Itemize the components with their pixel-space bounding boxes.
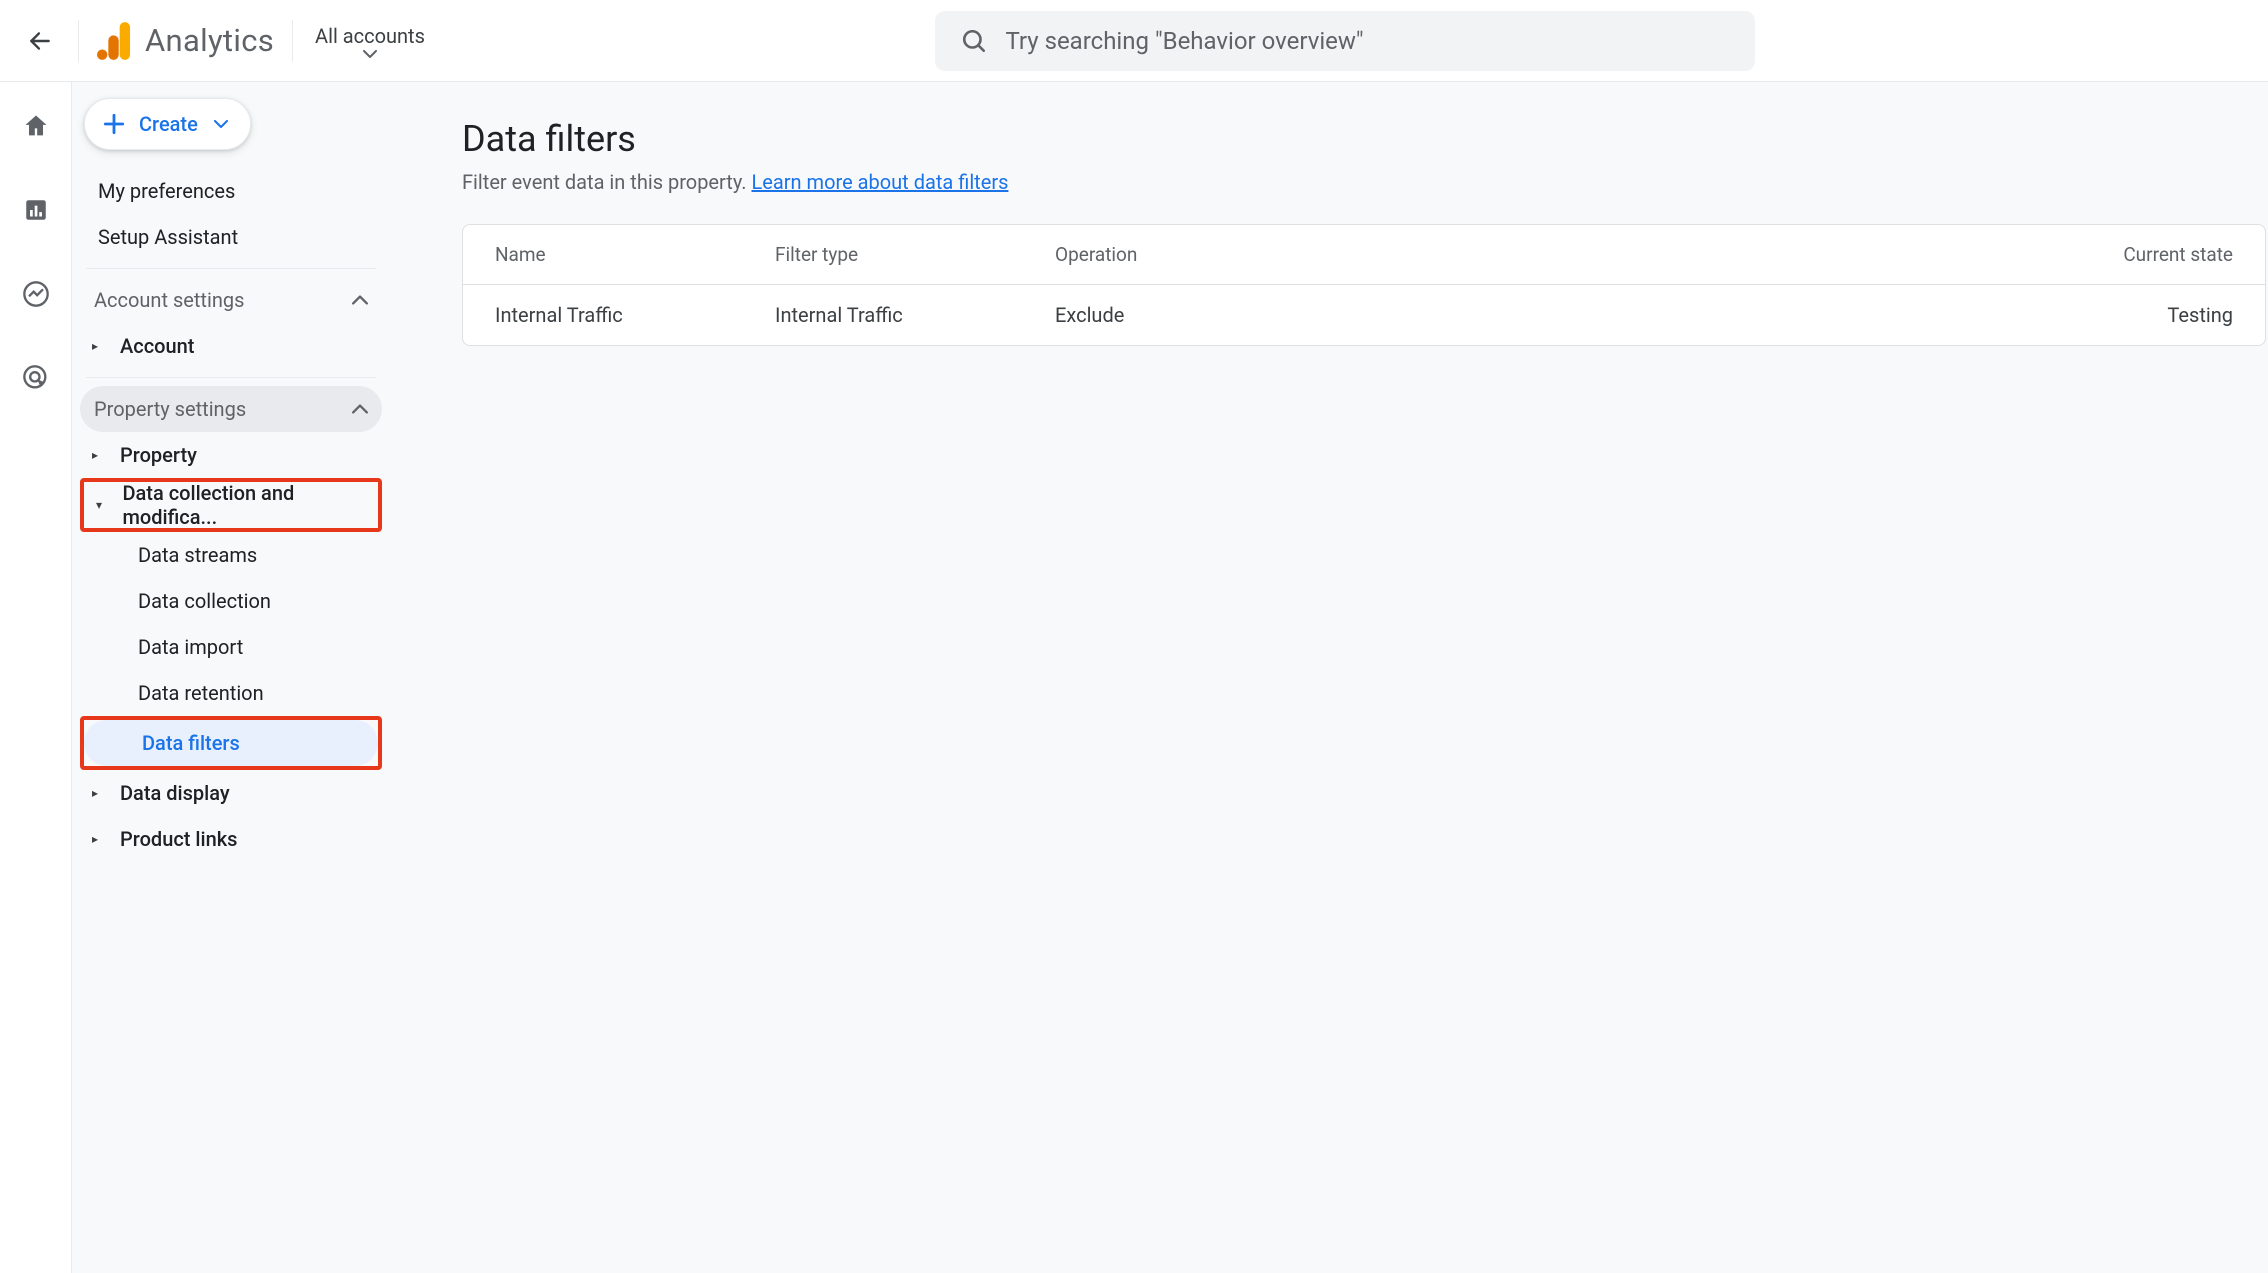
search-icon xyxy=(961,28,987,54)
divider xyxy=(86,268,376,269)
sub-property[interactable]: ▸ Property xyxy=(80,432,382,478)
col-current-state: Current state xyxy=(1335,243,2233,266)
sub-label: Property xyxy=(120,443,197,467)
brand-block[interactable]: Analytics xyxy=(97,22,274,60)
main-content: Data filters Filter event data in this p… xyxy=(390,82,2268,1273)
sub-label: Data collection and modifica... xyxy=(122,481,364,529)
brand-name: Analytics xyxy=(145,22,274,59)
rail-home[interactable] xyxy=(16,106,56,146)
sub-product-links[interactable]: ▸ Product links xyxy=(80,816,382,862)
leaf-data-streams[interactable]: Data streams xyxy=(80,532,382,578)
leaf-data-retention[interactable]: Data retention xyxy=(80,670,382,716)
search-box[interactable] xyxy=(935,11,1755,71)
nav-label: Setup Assistant xyxy=(98,225,238,249)
cell-name: Internal Traffic xyxy=(495,303,775,327)
learn-more-link[interactable]: Learn more about data filters xyxy=(752,170,1009,194)
sub-label: Data display xyxy=(120,781,230,805)
leaf-data-import[interactable]: Data import xyxy=(80,624,382,670)
leaf-data-collection[interactable]: Data collection xyxy=(80,578,382,624)
account-switcher[interactable]: All accounts xyxy=(315,24,425,58)
col-operation: Operation xyxy=(1055,243,1335,266)
page-subtitle: Filter event data in this property. Lear… xyxy=(462,170,2268,194)
tutorial-callout: ▾ Data collection and modifica... xyxy=(80,478,382,532)
bar-chart-icon xyxy=(23,197,49,223)
leaf-label: Data collection xyxy=(138,589,271,613)
leaf-label: Data streams xyxy=(138,543,257,567)
sub-data-display[interactable]: ▸ Data display xyxy=(80,770,382,816)
nav-label: My preferences xyxy=(98,179,235,203)
analytics-logo-icon xyxy=(97,22,131,60)
data-filters-table: Name Filter type Operation Current state… xyxy=(462,224,2266,346)
caret-right-icon: ▸ xyxy=(92,448,106,462)
admin-panel: Create My preferences Setup Assistant Ac… xyxy=(72,82,390,1273)
tutorial-callout: Data filters xyxy=(80,716,382,770)
account-switcher-label: All accounts xyxy=(315,24,425,48)
cell-current-state: Testing xyxy=(1335,303,2233,327)
caret-right-icon: ▸ xyxy=(92,832,106,846)
nav-setup-assistant[interactable]: Setup Assistant xyxy=(80,214,382,260)
sub-label: Account xyxy=(120,334,194,358)
table-header: Name Filter type Operation Current state xyxy=(463,225,2265,285)
col-name: Name xyxy=(495,243,775,266)
sub-label: Product links xyxy=(120,827,237,851)
search-input[interactable] xyxy=(1005,27,1729,55)
left-rail xyxy=(0,82,72,1273)
sub-data-collection-modification[interactable]: ▾ Data collection and modifica... xyxy=(84,482,378,528)
leaf-label: Data filters xyxy=(142,731,240,755)
cell-operation: Exclude xyxy=(1055,303,1335,327)
group-account-settings[interactable]: Account settings xyxy=(80,277,382,323)
sub-account[interactable]: ▸ Account xyxy=(80,323,382,369)
divider xyxy=(86,377,376,378)
arrow-left-icon xyxy=(27,28,53,54)
rail-explore[interactable] xyxy=(16,274,56,314)
rail-reports[interactable] xyxy=(16,190,56,230)
create-button-label: Create xyxy=(139,112,198,136)
caret-right-icon: ▸ xyxy=(92,339,106,353)
caret-down-icon xyxy=(363,50,377,58)
cell-filter-type: Internal Traffic xyxy=(775,303,1055,327)
trend-circle-icon xyxy=(22,280,50,308)
back-button[interactable] xyxy=(20,21,60,61)
caret-down-icon xyxy=(214,120,228,128)
caret-down-icon: ▾ xyxy=(96,498,108,512)
divider xyxy=(78,20,79,62)
chevron-up-icon xyxy=(352,404,368,414)
leaf-label: Data retention xyxy=(138,681,264,705)
create-button[interactable]: Create xyxy=(84,98,251,150)
rail-advertising[interactable] xyxy=(16,358,56,398)
leaf-data-filters[interactable]: Data filters xyxy=(84,720,378,766)
leaf-label: Data import xyxy=(138,635,243,659)
group-label: Property settings xyxy=(94,397,246,421)
top-bar: Analytics All accounts xyxy=(0,0,2268,82)
home-icon xyxy=(22,112,50,140)
page-title: Data filters xyxy=(462,118,2268,160)
table-row[interactable]: Internal Traffic Internal Traffic Exclud… xyxy=(463,285,2265,345)
subtitle-text: Filter event data in this property. xyxy=(462,170,752,194)
nav-my-preferences[interactable]: My preferences xyxy=(80,168,382,214)
group-label: Account settings xyxy=(94,288,244,312)
plus-icon xyxy=(101,111,127,137)
chevron-up-icon xyxy=(352,295,368,305)
col-filter-type: Filter type xyxy=(775,243,1055,266)
caret-right-icon: ▸ xyxy=(92,786,106,800)
target-click-icon xyxy=(22,364,50,392)
divider xyxy=(292,20,293,62)
group-property-settings[interactable]: Property settings xyxy=(80,386,382,432)
